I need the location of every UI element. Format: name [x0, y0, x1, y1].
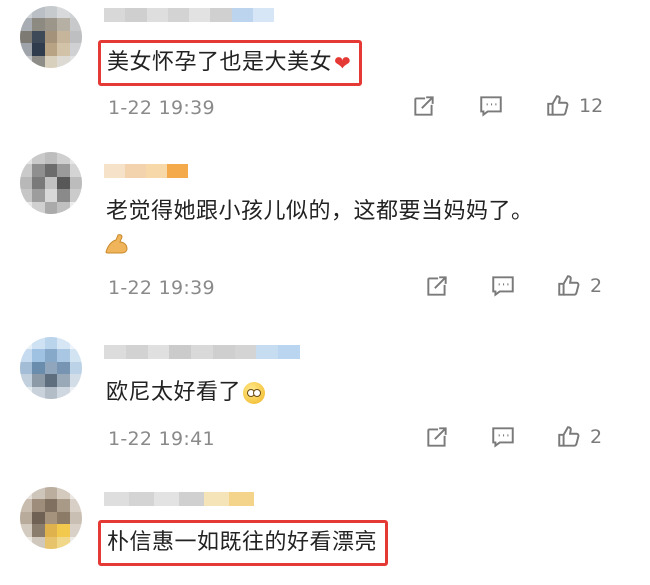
comment-icon	[492, 427, 514, 448]
like-count: 12	[579, 95, 604, 117]
pleading-face-emoji-icon	[243, 382, 266, 404]
avatar[interactable]	[20, 152, 82, 214]
username[interactable]	[104, 164, 188, 178]
comment-button[interactable]	[478, 93, 504, 119]
avatar[interactable]	[20, 337, 82, 399]
share-icon	[427, 427, 447, 447]
share-icon	[427, 276, 447, 296]
thumbs-up-icon	[558, 426, 580, 447]
comment-timestamp: 1-22 19:41	[108, 428, 215, 450]
share-icon	[414, 96, 434, 116]
like-button[interactable]: 2	[556, 424, 602, 450]
comment-text-content: 美女怀孕了也是大美女	[107, 50, 333, 75]
thumbs-up-icon	[547, 95, 569, 116]
muscle-emoji-icon	[105, 234, 128, 254]
username[interactable]	[104, 8, 274, 22]
username[interactable]	[104, 345, 301, 359]
username[interactable]	[104, 492, 254, 506]
comment-text: 朴信惠一如既往的好看漂亮	[98, 520, 389, 566]
comment-text-content: 欧尼太好看了	[106, 380, 242, 405]
comment-text: 老觉得她跟小孩儿似的，这都要当妈妈了。	[106, 199, 534, 224]
thumbs-up-icon	[558, 275, 580, 296]
comment-timestamp: 1-22 19:39	[108, 277, 215, 299]
heart-emoji-icon: ❤	[334, 51, 352, 75]
like-count: 2	[590, 275, 603, 297]
like-count: 2	[590, 426, 603, 448]
comment-text: 欧尼太好看了	[106, 378, 266, 408]
comment-button[interactable]	[490, 273, 516, 299]
comment-button[interactable]	[490, 424, 516, 450]
comment-timestamp: 1-22 19:39	[108, 97, 215, 119]
comment-icon	[492, 276, 514, 297]
avatar[interactable]	[20, 6, 82, 68]
comment-text: 美女怀孕了也是大美女 ❤	[98, 40, 363, 86]
like-button[interactable]: 2	[556, 273, 602, 299]
like-button[interactable]: 12	[545, 93, 603, 119]
share-button[interactable]	[424, 424, 450, 450]
share-button[interactable]	[411, 93, 437, 119]
avatar[interactable]	[20, 487, 82, 549]
share-button[interactable]	[424, 273, 450, 299]
comment-icon	[480, 96, 502, 117]
